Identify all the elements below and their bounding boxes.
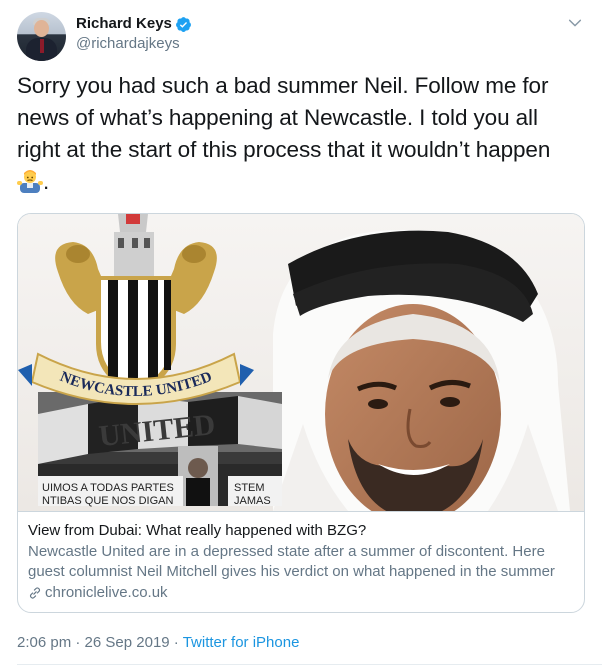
card-image[interactable]: UNITED UIMOS A TODAS PARTES NTIBAS QUE N… [18, 214, 584, 511]
handle[interactable]: @richardajkeys [76, 34, 192, 54]
avatar[interactable] [17, 12, 66, 61]
meta-separator: · [75, 634, 81, 651]
man-shrugging-emoji-icon [17, 167, 43, 193]
card-domain-text[interactable]: chroniclelive.co.uk [45, 583, 168, 603]
tweet-text: Sorry you had such a bad summer Neil. Fo… [17, 70, 587, 198]
banner-left-2: NTIBAS QUE NOS DIGAN [42, 495, 173, 507]
card-domain[interactable]: chroniclelive.co.uk [28, 583, 574, 603]
link-card[interactable]: UNITED UIMOS A TODAS PARTES NTIBAS QUE N… [17, 213, 585, 613]
tweet-source[interactable]: Twitter for iPhone [183, 634, 300, 651]
banner-left-1: UIMOS A TODAS PARTES [42, 482, 174, 494]
card-body[interactable]: View from Dubai: What really happened wi… [18, 511, 584, 612]
verified-badge-icon [175, 16, 191, 32]
card-image-art: UNITED UIMOS A TODAS PARTES NTIBAS QUE N… [18, 214, 584, 511]
chevron-down-icon[interactable] [567, 15, 583, 31]
divider [17, 664, 602, 665]
banner-right-1: STEM [234, 482, 265, 494]
tweet-header: Richard Keys @richardajkeys [17, 12, 585, 61]
crowd-photo: UNITED UIMOS A TODAS PARTES NTIBAS QUE N… [38, 392, 282, 507]
author-names: Richard Keys @richardajkeys [76, 14, 192, 54]
display-name[interactable]: Richard Keys [76, 14, 172, 34]
card-description: Newcastle United are in a depressed stat… [28, 543, 555, 580]
meta-separator-2: · [173, 634, 179, 651]
tweet-body: Sorry you had such a bad summer Neil. Fo… [17, 73, 551, 162]
card-title[interactable]: View from Dubai: What really happened wi… [28, 521, 574, 541]
banner-right-2: JAMAS [234, 495, 271, 507]
tweet-meta: 2:06 pm · 26 Sep 2019 · Twitter for iPho… [17, 633, 299, 653]
tweet-time[interactable]: 2:06 pm [17, 634, 71, 651]
tweet-trailing-punctuation: . [43, 169, 50, 194]
tweet-date[interactable]: 26 Sep 2019 [85, 634, 170, 651]
link-icon [29, 587, 41, 599]
